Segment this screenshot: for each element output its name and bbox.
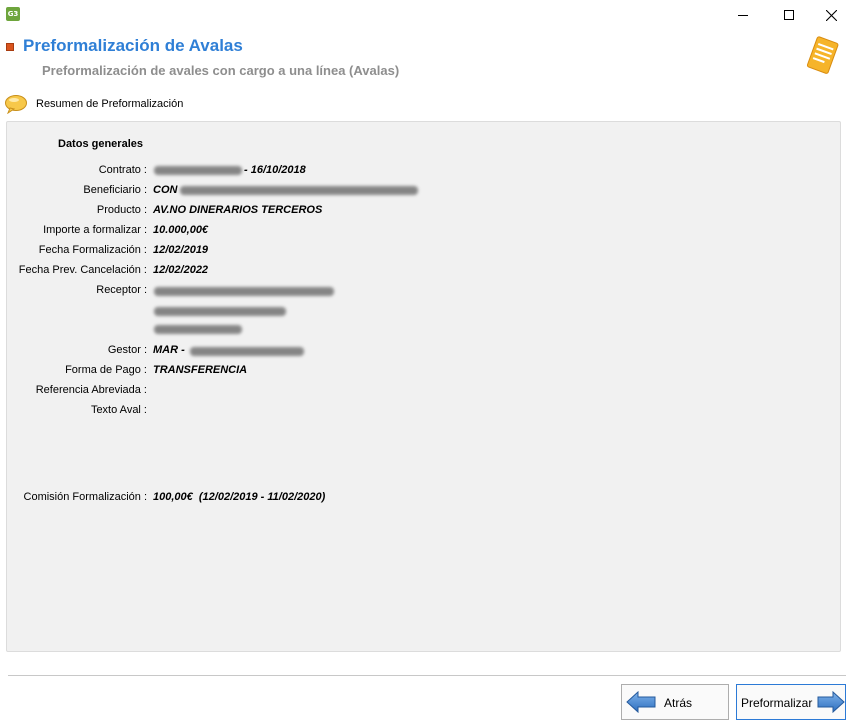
- redacted-receptor-line2: [154, 307, 286, 316]
- importe-value: 10.000,00€: [153, 224, 209, 236]
- receptor-label: Receptor :: [96, 284, 147, 296]
- minimize-button[interactable]: [720, 0, 766, 30]
- preformalizar-button-label: Preformalizar: [741, 696, 813, 710]
- preformalizar-button[interactable]: Preformalizar: [736, 684, 846, 720]
- gestor-value: MAR -: [153, 344, 185, 356]
- contrato-label: Contrato :: [98, 164, 147, 176]
- redacted-beneficiary: [180, 186, 418, 195]
- maximize-button[interactable]: [766, 0, 812, 30]
- redacted-receptor-line1: [154, 287, 334, 296]
- redacted-receptor-line3: [154, 325, 242, 334]
- back-button[interactable]: Atrás: [621, 684, 729, 720]
- panel-title: Datos generales: [58, 138, 143, 150]
- fecha-cancelacion-label: Fecha Prev. Cancelación :: [18, 264, 147, 276]
- comision-label: Comisión Formalización :: [23, 491, 147, 503]
- redacted-contract: [154, 166, 242, 175]
- minimize-icon: [738, 14, 748, 16]
- header-bullet-icon: [6, 43, 14, 51]
- referencia-label: Referencia Abreviada :: [35, 384, 147, 396]
- speech-bubble-icon: [5, 95, 27, 114]
- arrow-right-icon: [817, 691, 845, 713]
- beneficiario-label: Beneficiario :: [83, 184, 147, 196]
- comision-value: 100,00€ (12/02/2019 - 11/02/2020): [153, 491, 326, 503]
- beneficiario-value: CON: [153, 184, 178, 196]
- redacted-gestor: [190, 347, 304, 356]
- page-subtitle: Preformalización de avales con cargo a u…: [42, 63, 400, 78]
- close-button[interactable]: [808, 0, 854, 30]
- contrato-value: - 16/10/2018: [244, 164, 306, 176]
- document-icon: [806, 36, 839, 74]
- arrow-left-icon: [626, 691, 656, 713]
- texto-aval-label: Texto Aval :: [90, 404, 147, 416]
- page-title: Preformalización de Avalas: [23, 36, 243, 55]
- close-icon: [825, 9, 837, 21]
- fecha-cancelacion-value: 12/02/2022: [153, 264, 209, 276]
- forma-pago-label: Forma de Pago :: [65, 364, 147, 376]
- window-titlebar: G3: [0, 0, 854, 30]
- fecha-formalizacion-value: 12/02/2019: [153, 244, 209, 256]
- section-label: Resumen de Preformalización: [36, 98, 184, 110]
- producto-label: Producto :: [96, 204, 147, 216]
- app-icon: G3: [6, 7, 20, 21]
- footer-divider: [8, 675, 846, 676]
- forma-pago-value: TRANSFERENCIA: [153, 364, 248, 376]
- back-button-label: Atrás: [664, 696, 693, 710]
- producto-value: AV.NO DINERARIOS TERCEROS: [153, 204, 323, 216]
- fecha-formalizacion-label: Fecha Formalización :: [38, 244, 147, 256]
- maximize-icon: [784, 10, 794, 20]
- gestor-label: Gestor :: [107, 344, 147, 356]
- importe-label: Importe a formalizar :: [43, 224, 147, 236]
